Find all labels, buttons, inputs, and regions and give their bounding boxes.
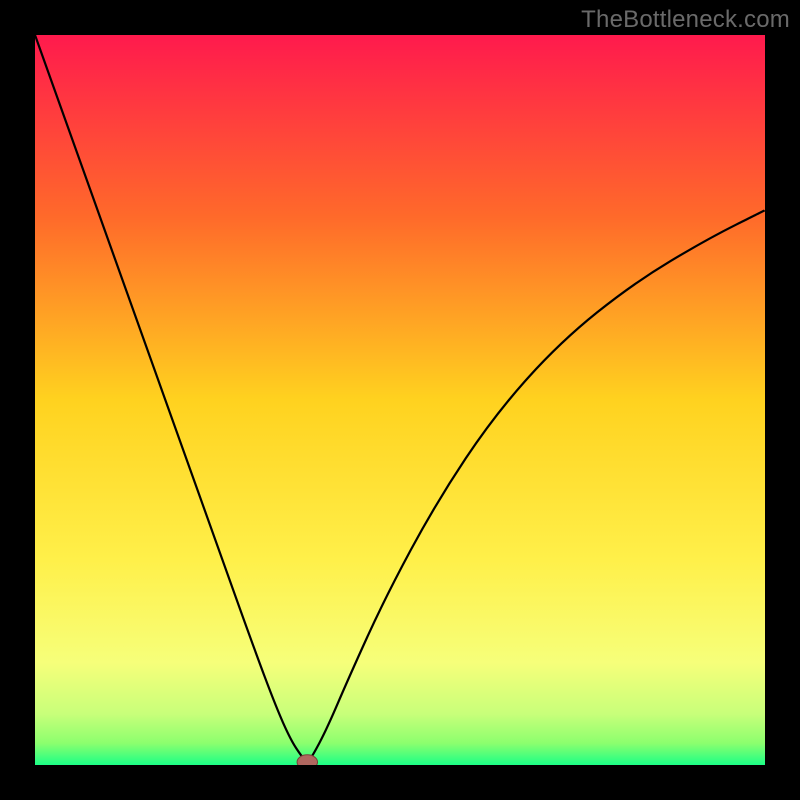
chart-svg [35, 35, 765, 765]
chart-frame: TheBottleneck.com [0, 0, 800, 800]
minimum-marker [297, 755, 317, 765]
plot-area [35, 35, 765, 765]
watermark-text: TheBottleneck.com [581, 6, 790, 34]
gradient-background [35, 35, 765, 765]
